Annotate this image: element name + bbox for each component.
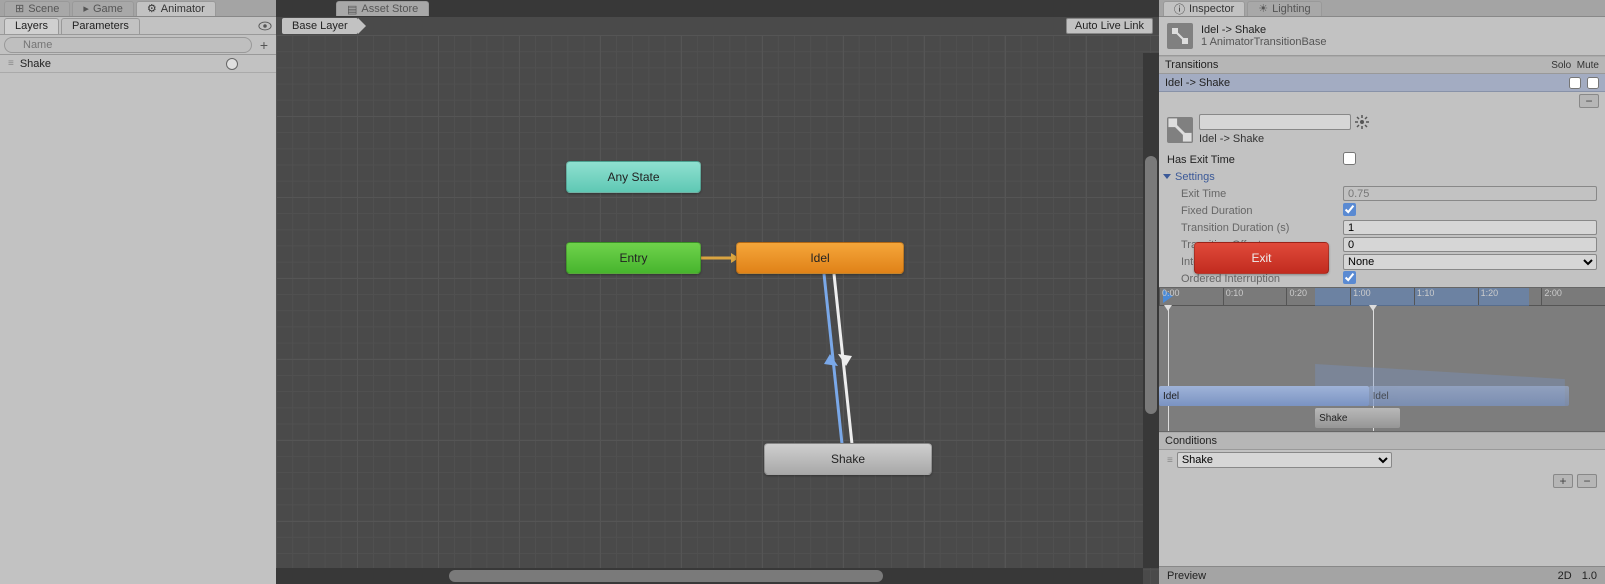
chevron-down-icon: [1163, 174, 1171, 179]
transition-name-subtitle: Idel -> Shake: [1199, 133, 1597, 145]
parameter-name: Shake: [20, 58, 218, 70]
scene-icon: ⊞: [15, 2, 24, 15]
tab-animator[interactable]: ⚙Animator: [136, 1, 216, 16]
preview-label[interactable]: Preview: [1167, 570, 1206, 582]
grip-icon: ≡: [1167, 455, 1171, 466]
timeline-marker-start[interactable]: [1168, 306, 1169, 431]
transition-timeline[interactable]: 0:00 0:10 0:20 1:00 1:10 1:20 2:00 Idel …: [1159, 287, 1605, 432]
node-entry[interactable]: Entry: [566, 242, 701, 274]
remove-transition-button[interactable]: −: [1579, 94, 1599, 108]
ordered-interruption-label: Ordered Interruption: [1167, 273, 1343, 285]
animator-canvas[interactable]: Any State Entry Idel Exit Shake: [276, 35, 1159, 584]
interruption-source-select[interactable]: None: [1343, 254, 1597, 270]
settings-foldout[interactable]: Settings: [1159, 168, 1605, 185]
breadcrumb-base-layer[interactable]: Base Layer: [282, 18, 358, 34]
lighting-icon: ☀: [1258, 2, 1268, 15]
transition-icon-small: [1167, 117, 1193, 143]
grip-icon: ≡: [8, 58, 12, 69]
asset-store-icon: ▤: [347, 3, 357, 16]
tab-game[interactable]: ▸Game: [72, 1, 134, 16]
eye-icon[interactable]: [258, 19, 272, 33]
preview-value: 1.0: [1582, 570, 1597, 582]
gear-icon[interactable]: [1355, 115, 1369, 129]
fixed-duration-checkbox[interactable]: [1343, 203, 1356, 216]
transition-list-item[interactable]: Idel -> Shake: [1159, 74, 1605, 92]
condition-row[interactable]: ≡ Shake: [1159, 450, 1605, 470]
mute-checkbox[interactable]: [1587, 77, 1599, 89]
inspector-subtitle: 1 AnimatorTransitionBase: [1201, 36, 1327, 48]
inspector-title: Idel -> Shake: [1201, 24, 1327, 36]
add-condition-button[interactable]: +: [1553, 474, 1573, 488]
transition-offset-input[interactable]: [1343, 237, 1597, 252]
canvas-v-scrollbar[interactable]: [1143, 53, 1159, 568]
node-idel[interactable]: Idel: [736, 242, 904, 274]
add-parameter-button[interactable]: +: [256, 37, 272, 53]
tab-asset-store[interactable]: ▤Asset Store: [336, 1, 429, 16]
subtab-parameters[interactable]: Parameters: [61, 18, 140, 34]
transition-name-input[interactable]: [1199, 114, 1351, 130]
parameter-search-input[interactable]: [4, 37, 252, 53]
tab-inspector[interactable]: ⓘInspector: [1163, 1, 1245, 16]
subtab-layers[interactable]: Layers: [4, 18, 59, 34]
has-exit-time-checkbox[interactable]: [1343, 152, 1356, 165]
transition-duration-input[interactable]: [1343, 220, 1597, 235]
timeline-bar-idel2[interactable]: Idel: [1369, 386, 1570, 406]
condition-param-select[interactable]: Shake: [1177, 452, 1392, 468]
transition-icon: [1167, 23, 1193, 49]
timeline-bar-idel[interactable]: Idel: [1159, 386, 1369, 406]
canvas-h-scrollbar[interactable]: [276, 568, 1143, 584]
trigger-radio[interactable]: [226, 58, 238, 70]
game-icon: ▸: [83, 2, 89, 15]
node-any-state[interactable]: Any State: [566, 161, 701, 193]
transition-duration-label: Transition Duration (s): [1167, 222, 1343, 234]
solo-checkbox[interactable]: [1569, 77, 1581, 89]
exit-time-label: Exit Time: [1167, 188, 1343, 200]
auto-live-link-toggle[interactable]: Auto Live Link: [1066, 18, 1153, 34]
tab-lighting[interactable]: ☀Lighting: [1247, 1, 1321, 16]
preview-mode[interactable]: 2D: [1558, 570, 1572, 582]
exit-time-input[interactable]: [1343, 186, 1597, 201]
timeline-bar-shake[interactable]: Shake: [1315, 408, 1400, 428]
conditions-header: Conditions: [1159, 432, 1605, 450]
node-exit[interactable]: Exit: [1194, 242, 1329, 274]
animator-icon: ⚙: [147, 2, 157, 15]
remove-condition-button[interactable]: −: [1577, 474, 1597, 488]
tab-scene[interactable]: ⊞Scene: [4, 1, 70, 16]
transitions-header: Transitions Solo Mute: [1159, 56, 1605, 74]
node-shake[interactable]: Shake: [764, 443, 932, 475]
inspector-icon: ⓘ: [1174, 1, 1185, 17]
parameter-row[interactable]: ≡ Shake: [0, 55, 276, 73]
fixed-duration-label: Fixed Duration: [1167, 205, 1343, 217]
has-exit-time-label: Has Exit Time: [1167, 154, 1343, 166]
ordered-interruption-checkbox[interactable]: [1343, 271, 1356, 284]
